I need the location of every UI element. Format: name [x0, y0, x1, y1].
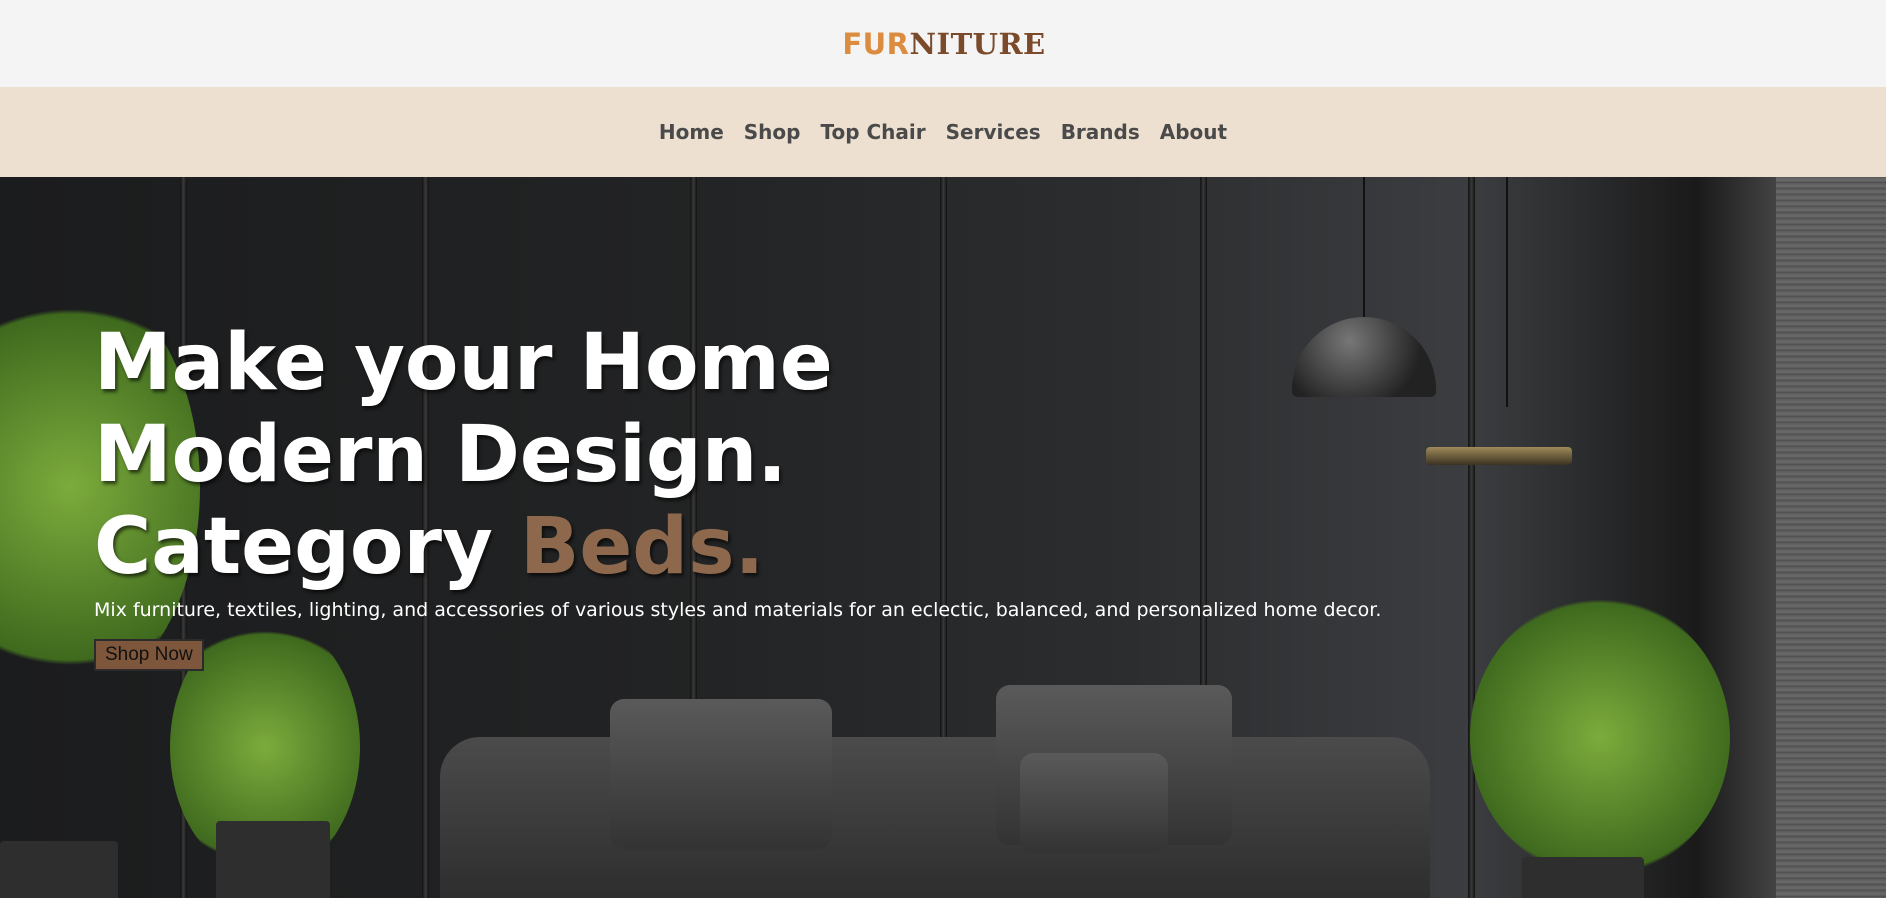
heading-line-2: Modern Design.: [94, 410, 787, 500]
plant-pot: [0, 841, 118, 898]
lamp-cord: [1363, 177, 1365, 322]
hero-section: Make your Home Modern Design. Category B…: [0, 177, 1886, 898]
nav-brands[interactable]: Brands: [1061, 120, 1140, 144]
nav-top-chair[interactable]: Top Chair: [820, 120, 925, 144]
wall-panel: [1468, 177, 1475, 898]
nav-services[interactable]: Services: [946, 120, 1041, 144]
logo-part1: FUR: [842, 26, 910, 61]
hero-heading: Make your Home Modern Design. Category B…: [94, 317, 1381, 593]
pendant-lamp: [1426, 447, 1572, 465]
logo-part2: NITURE: [909, 26, 1046, 61]
heading-accent: Beds.: [519, 502, 765, 592]
main-nav: Home Shop Top Chair Services Brands Abou…: [0, 87, 1886, 177]
cushion: [1020, 753, 1168, 853]
hero-content: Make your Home Modern Design. Category B…: [94, 317, 1381, 671]
heading-line-1: Make your Home: [94, 318, 833, 408]
logo[interactable]: FURNITURE: [842, 27, 1045, 61]
nav-shop[interactable]: Shop: [744, 120, 801, 144]
hero-description: Mix furniture, textiles, lighting, and a…: [94, 599, 1382, 621]
nav-about[interactable]: About: [1160, 120, 1227, 144]
cushion: [610, 699, 832, 849]
plant-pot: [1522, 857, 1644, 898]
nav-home[interactable]: Home: [659, 120, 724, 144]
top-header: FURNITURE: [0, 0, 1886, 87]
heading-prefix: Category: [94, 502, 520, 592]
sofa-image: [440, 737, 1430, 898]
heading-line-3: Category Beds.: [94, 501, 1381, 593]
plant-image: [1470, 597, 1730, 877]
lamp-cord: [1506, 177, 1508, 407]
plant-pot: [216, 821, 330, 898]
shop-now-button[interactable]: Shop Now: [94, 639, 204, 671]
stone-pillar: [1776, 177, 1886, 898]
